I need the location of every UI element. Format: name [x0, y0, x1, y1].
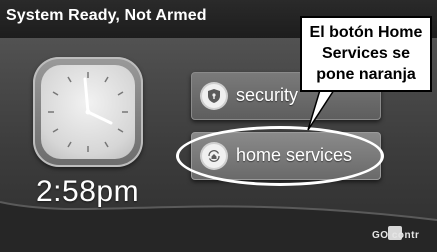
security-button-label: security [236, 85, 299, 105]
analog-clock-icon [41, 65, 135, 159]
shield-icon [202, 84, 226, 108]
system-status-text: System Ready, Not Armed [6, 7, 207, 24]
clock-widget [33, 57, 143, 167]
highlight-ellipse [176, 126, 384, 186]
current-time: 2:58pm [36, 175, 140, 208]
annotation-callout: El botón Home Services se pone naranja [300, 16, 432, 92]
control-panel-screen: System Ready, Not Armed 2:58pm security … [0, 0, 437, 252]
callout-text: El botón Home Services se pone naranja [309, 24, 423, 83]
brand-logo-text: GO contr [372, 230, 420, 241]
